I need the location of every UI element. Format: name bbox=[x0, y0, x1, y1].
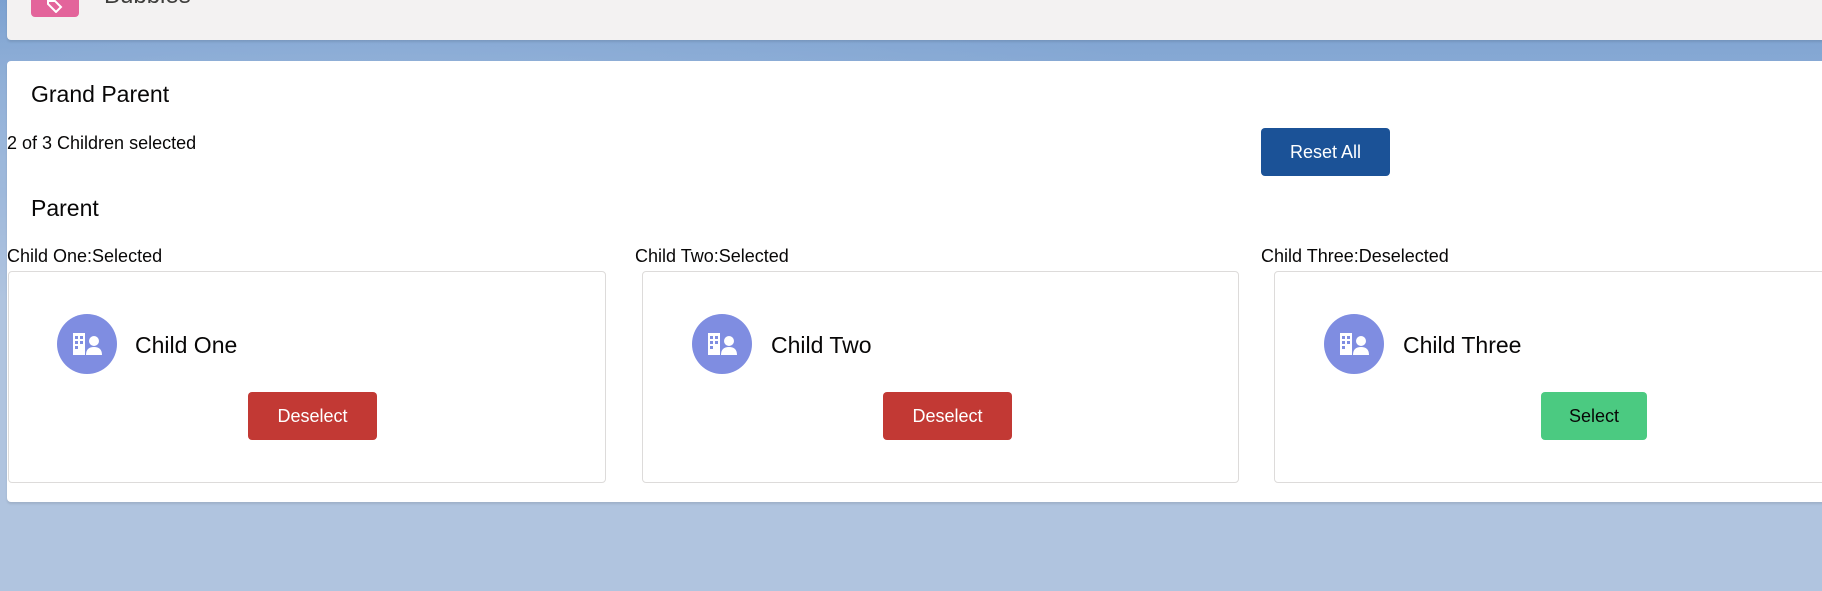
app-header: Bubbles bbox=[7, 0, 1822, 40]
reset-all-button[interactable]: Reset All bbox=[1261, 128, 1390, 176]
child-one-status: Child One:Selected bbox=[7, 246, 163, 266]
child-one-name: Child One bbox=[135, 332, 238, 358]
account-icon bbox=[57, 314, 117, 374]
child-card-two: Child Two Deselect bbox=[642, 271, 1239, 483]
tag-icon bbox=[31, 0, 79, 17]
selection-status: 2 of 3 Children selected bbox=[7, 133, 197, 153]
child-three-status: Child Three:Deselected bbox=[1261, 246, 1449, 266]
child-card-three: Child Three Select bbox=[1274, 271, 1822, 483]
child-two-name: Child Two bbox=[771, 332, 872, 358]
child-card-one: Child One Deselect bbox=[8, 271, 606, 483]
grand-parent-title: Grand Parent bbox=[31, 81, 170, 107]
account-icon bbox=[692, 314, 752, 374]
child-two-status: Child Two:Selected bbox=[635, 246, 789, 266]
parent-title: Parent bbox=[31, 195, 99, 221]
account-icon bbox=[1324, 314, 1384, 374]
deselect-button[interactable]: Deselect bbox=[883, 392, 1012, 440]
deselect-button[interactable]: Deselect bbox=[248, 392, 377, 440]
child-three-name: Child Three bbox=[1403, 332, 1522, 358]
app-title: Bubbles bbox=[104, 0, 191, 8]
grand-parent-card: Grand Parent 2 of 3 Children selected Re… bbox=[7, 61, 1822, 502]
select-button[interactable]: Select bbox=[1541, 392, 1647, 440]
